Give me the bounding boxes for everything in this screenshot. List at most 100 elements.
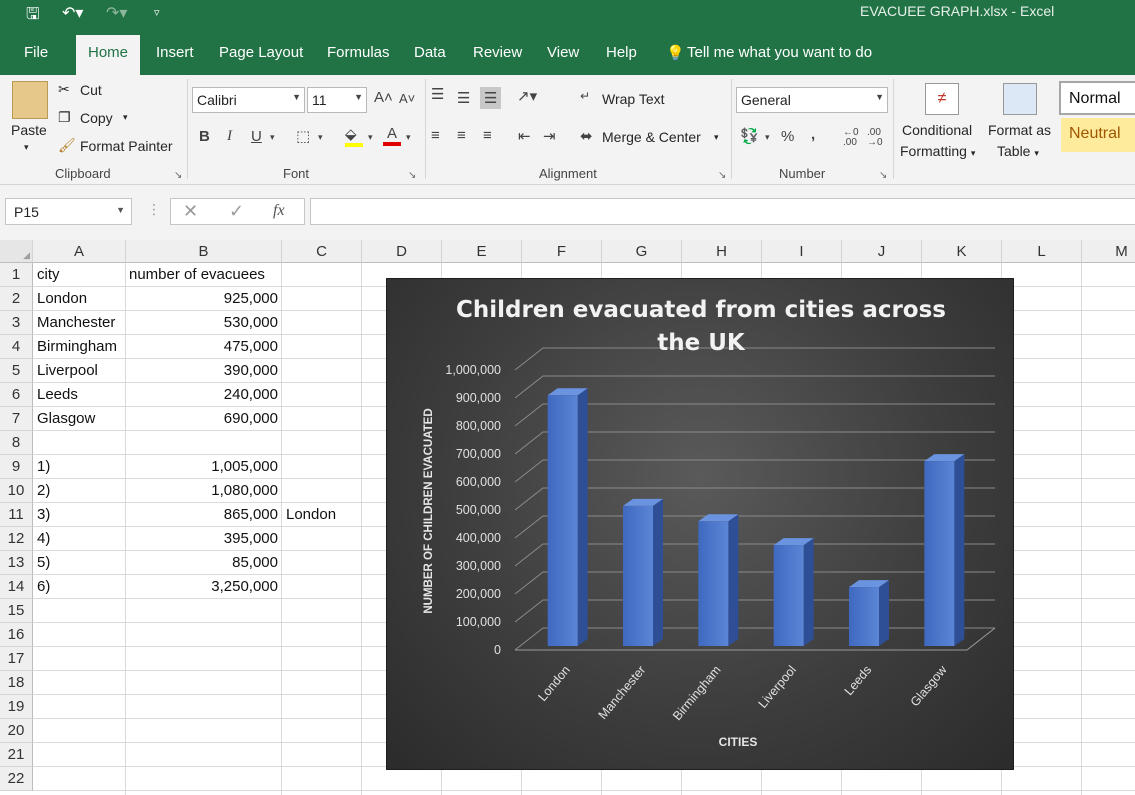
- column-header-h[interactable]: H: [682, 240, 762, 263]
- row-header-21[interactable]: 21: [0, 743, 33, 767]
- row-header-17[interactable]: 17: [0, 647, 33, 671]
- tab-help[interactable]: Help: [606, 44, 637, 61]
- select-all-corner[interactable]: ◢: [0, 240, 33, 263]
- y-tick-label[interactable]: 700,000: [456, 447, 501, 461]
- cell-a5[interactable]: Liverpool: [37, 359, 98, 383]
- row-header-18[interactable]: 18: [0, 671, 33, 695]
- copy-chevron-icon[interactable]: ▾: [123, 112, 128, 123]
- row-header-13[interactable]: 13: [0, 551, 33, 575]
- x-tick-label[interactable]: Manchester: [596, 663, 649, 722]
- increase-font-icon[interactable]: A˄: [374, 89, 393, 106]
- y-tick-label[interactable]: 600,000: [456, 475, 501, 489]
- number-launcher-icon[interactable]: ↘: [879, 170, 887, 181]
- y-tick-label[interactable]: 100,000: [456, 615, 501, 629]
- wrap-text-icon[interactable]: ↵: [580, 89, 590, 103]
- row-header-3[interactable]: 3: [0, 311, 33, 335]
- row-header-20[interactable]: 20: [0, 719, 33, 743]
- row-header-1[interactable]: 1: [0, 263, 33, 287]
- y-tick-label[interactable]: 900,000: [456, 391, 501, 405]
- y-tick-label[interactable]: 0: [494, 643, 501, 657]
- y-tick-label[interactable]: 200,000: [456, 587, 501, 601]
- x-tick-label[interactable]: Leeds: [842, 663, 875, 698]
- cell-a10[interactable]: 2): [37, 479, 50, 503]
- borders-icon[interactable]: ⬚: [296, 127, 310, 145]
- y-axis-title[interactable]: NUMBER OF CHILDREN EVACUATED: [423, 408, 435, 613]
- row-header-7[interactable]: 7: [0, 407, 33, 431]
- copy-icon[interactable]: ❐: [58, 109, 71, 126]
- cell-a11[interactable]: 3): [37, 503, 50, 527]
- number-format-select[interactable]: General ▼: [736, 87, 888, 113]
- accounting-chevron-icon[interactable]: ▾: [765, 132, 770, 143]
- cell-b11[interactable]: 865,000: [128, 503, 278, 527]
- row-header-22[interactable]: 22: [0, 767, 33, 791]
- cell-a14[interactable]: 6): [37, 575, 50, 599]
- bar[interactable]: [623, 505, 653, 646]
- format-as-table-button[interactable]: Format as: [988, 122, 1051, 138]
- underline-button[interactable]: U: [251, 128, 262, 145]
- conditional-formatting-icon[interactable]: ≠: [925, 83, 959, 115]
- row-header-11[interactable]: 11: [0, 503, 33, 527]
- percent-button[interactable]: %: [781, 128, 794, 145]
- cell-b2[interactable]: 925,000: [128, 287, 278, 311]
- y-tick-label[interactable]: 300,000: [456, 559, 501, 573]
- style-neutral[interactable]: Neutral: [1061, 118, 1135, 152]
- cell-a3[interactable]: Manchester: [37, 311, 115, 335]
- redo-icon[interactable]: ↷▾: [106, 3, 127, 23]
- row-header-15[interactable]: 15: [0, 599, 33, 623]
- style-normal[interactable]: Normal: [1059, 81, 1135, 115]
- format-as-table-label[interactable]: Table ▾: [997, 143, 1039, 159]
- bar[interactable]: [773, 545, 804, 646]
- tab-view[interactable]: View: [547, 44, 579, 61]
- paste-button[interactable]: Paste: [11, 122, 47, 138]
- chart-title-line-1[interactable]: Children evacuated from cities across: [456, 297, 946, 323]
- cell-b9[interactable]: 1,005,000: [128, 455, 278, 479]
- fill-color-icon[interactable]: ⬙: [345, 125, 363, 147]
- column-header-a[interactable]: A: [33, 240, 126, 263]
- customize-toolbar-icon[interactable]: ▿: [154, 6, 160, 19]
- align-right-icon[interactable]: ≡: [483, 127, 492, 144]
- fill-color-chevron-icon[interactable]: ▾: [368, 132, 373, 143]
- merge-chevron-icon[interactable]: ▾: [714, 132, 719, 143]
- cancel-icon[interactable]: ✕: [183, 201, 198, 222]
- cell-b12[interactable]: 395,000: [128, 527, 278, 551]
- increase-decimal-icon[interactable]: ←0.00: [843, 128, 859, 148]
- row-header-10[interactable]: 10: [0, 479, 33, 503]
- tab-data[interactable]: Data: [414, 44, 446, 61]
- y-tick-label[interactable]: 1,000,000: [445, 363, 501, 377]
- cell-b4[interactable]: 475,000: [128, 335, 278, 359]
- font-color-icon[interactable]: A: [383, 125, 401, 146]
- column-header-b[interactable]: B: [126, 240, 282, 263]
- x-axis-title[interactable]: CITIES: [719, 735, 758, 749]
- cell-a2[interactable]: London: [37, 287, 87, 311]
- save-icon[interactable]: 🖫: [26, 3, 40, 30]
- bar[interactable]: [924, 461, 955, 646]
- row-header-12[interactable]: 12: [0, 527, 33, 551]
- bar[interactable]: [849, 587, 879, 646]
- borders-chevron-icon[interactable]: ▾: [318, 132, 323, 143]
- format-painter-icon[interactable]: 🖌: [58, 137, 76, 154]
- cell-b14[interactable]: 3,250,000: [128, 575, 278, 599]
- row-header-6[interactable]: 6: [0, 383, 33, 407]
- cut-icon[interactable]: ✂: [58, 81, 70, 98]
- cell-b10[interactable]: 1,080,000: [128, 479, 278, 503]
- y-tick-label[interactable]: 400,000: [456, 531, 501, 545]
- cell-c11[interactable]: London: [286, 503, 336, 527]
- font-name-select[interactable]: Calibri ▼: [192, 87, 305, 113]
- tell-me-search[interactable]: Tell me what you want to do: [687, 44, 872, 61]
- row-header-14[interactable]: 14: [0, 575, 33, 599]
- evacuees-chart[interactable]: 0 100,000 200,000 300,000 400,000 500,000 600,…: [386, 278, 1014, 770]
- insert-function-button[interactable]: fx: [273, 202, 285, 220]
- decrease-decimal-icon[interactable]: .00 →0: [867, 128, 883, 148]
- align-top-icon[interactable]: ☰: [431, 85, 444, 103]
- cell-b3[interactable]: 530,000: [128, 311, 278, 335]
- comma-button[interactable]: ,: [811, 126, 815, 143]
- column-header-g[interactable]: G: [602, 240, 682, 263]
- column-header-m[interactable]: M: [1082, 240, 1135, 263]
- chart-title-line-2[interactable]: the UK: [657, 330, 746, 356]
- accounting-format-icon[interactable]: 💱: [740, 127, 759, 145]
- x-tick-label[interactable]: London: [535, 663, 573, 704]
- tab-page-layout[interactable]: Page Layout: [219, 44, 303, 61]
- format-as-table-icon[interactable]: [1003, 83, 1037, 115]
- increase-indent-icon[interactable]: ⇥: [543, 127, 556, 145]
- conditional-formatting-label[interactable]: Formatting ▾: [900, 143, 975, 159]
